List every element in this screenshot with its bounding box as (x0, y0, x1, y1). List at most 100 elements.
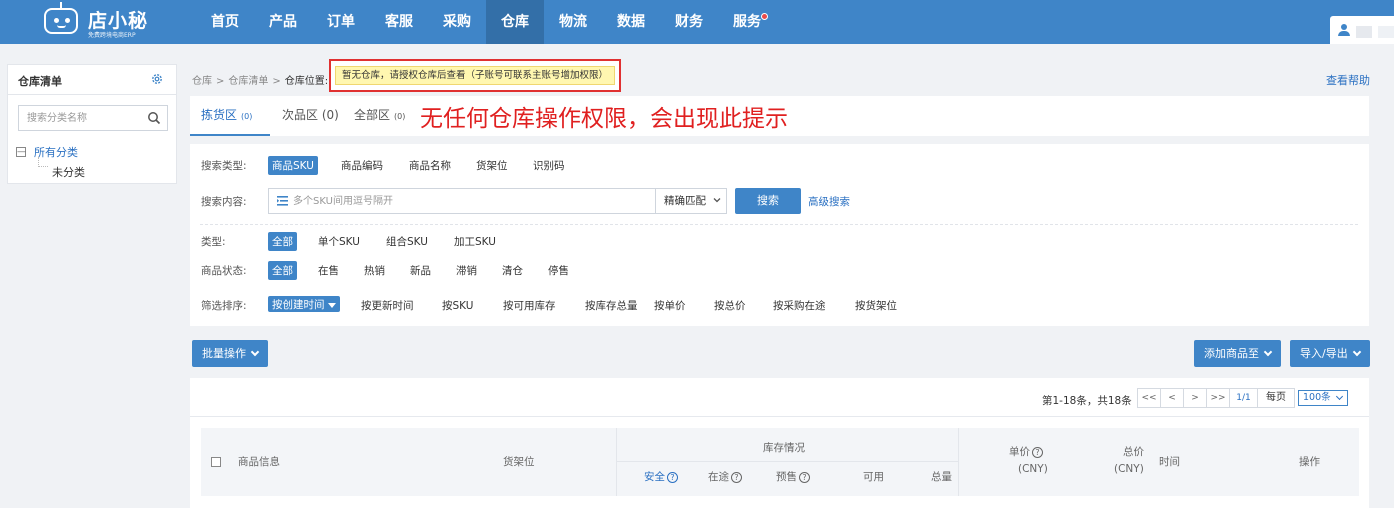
status-slow[interactable]: 滞销 (456, 263, 477, 278)
sidebar-title: 仓库清单 (18, 75, 62, 88)
gear-icon[interactable] (150, 72, 164, 86)
tree-item-uncategorized[interactable]: 未分类 (52, 164, 85, 180)
category-search-input[interactable] (19, 106, 139, 130)
col-in-transit: 在途? (708, 469, 742, 484)
next-page-button[interactable]: > (1184, 389, 1207, 407)
nav-service-label: 客服 (385, 14, 413, 30)
search-type-label: 搜索类型: (201, 160, 247, 172)
nav-order[interactable]: 订单 (312, 0, 370, 44)
help-link[interactable]: 查看帮助 (1326, 72, 1370, 88)
search-type-name[interactable]: 商品名称 (409, 158, 451, 173)
status-all[interactable]: 全部 (268, 261, 297, 280)
col-operations: 操作 (1299, 456, 1320, 468)
chevron-down-icon (1263, 347, 1273, 357)
breadcrumb-warehouse[interactable]: 仓库 (192, 76, 212, 87)
col-safe-stock: 安全? (644, 469, 678, 484)
status-clearance[interactable]: 清仓 (502, 263, 523, 278)
help-icon[interactable]: ? (1032, 447, 1043, 458)
prev-page-button[interactable]: < (1161, 389, 1184, 407)
status-stopped[interactable]: 停售 (548, 263, 569, 278)
status-hot[interactable]: 热销 (364, 263, 385, 278)
unit-price-label: 单价 (1009, 446, 1030, 458)
chevron-down-icon (1335, 392, 1344, 401)
nav-warehouse[interactable]: 仓库 (486, 0, 544, 44)
user-menu[interactable] (1330, 16, 1394, 44)
sort-shelf[interactable]: 按货架位 (855, 298, 897, 313)
match-mode-select[interactable]: 精确匹配 (655, 189, 727, 213)
per-page-label: 每页 (1266, 392, 1286, 403)
presale-label: 预售 (776, 471, 797, 483)
add-product-to-button[interactable]: 添加商品至 (1194, 340, 1281, 367)
collapse-icon[interactable]: — (16, 147, 26, 157)
tab-defect-zone[interactable]: 次品区 (0) (282, 96, 339, 136)
search-type-code[interactable]: 商品编码 (341, 158, 383, 173)
annotation-highlight-box: 暂无仓库，请授权仓库后查看（子账号可联系主账号增加权限） (329, 59, 621, 92)
user-icon (1338, 24, 1350, 36)
brand-subtitle: 免费跨境电商ERP (88, 32, 136, 39)
breadcrumb-warehouse-list[interactable]: 仓库清单 (228, 76, 268, 87)
sort-total-price[interactable]: 按总价 (714, 298, 746, 313)
help-icon[interactable]: ? (799, 472, 810, 483)
import-export-button[interactable]: 导入/导出 (1290, 340, 1370, 367)
advanced-search-link[interactable]: 高级搜索 (808, 194, 850, 209)
sort-created-label: 按创建时间 (272, 299, 325, 311)
table-divider (190, 416, 1369, 417)
sort-created-time[interactable]: 按创建时间 (268, 296, 340, 312)
status-new[interactable]: 新品 (410, 263, 431, 278)
col-separator (958, 428, 959, 496)
type-single-sku[interactable]: 单个SKU (318, 234, 360, 249)
help-icon[interactable]: ? (667, 472, 678, 483)
last-page-button[interactable]: >> (1207, 389, 1230, 407)
nav-order-label: 订单 (327, 14, 355, 30)
total-price-currency: (CNY) (1114, 463, 1144, 475)
search-type-shelf[interactable]: 货架位 (476, 158, 508, 173)
status-on-sale[interactable]: 在售 (318, 263, 339, 278)
annotation-text: 无任何仓库操作权限，会出现此提示 (420, 106, 788, 132)
sort-unit-price[interactable]: 按单价 (654, 298, 686, 313)
nav-finance[interactable]: 财务 (660, 0, 718, 44)
pager-summary: 第1-18条，共18条 (1042, 395, 1132, 407)
page-size-select[interactable]: 100条 (1298, 390, 1348, 406)
breadcrumb-location: 仓库位置: (284, 76, 329, 87)
nav-logistics[interactable]: 物流 (544, 0, 602, 44)
help-icon[interactable]: ? (731, 472, 742, 483)
current-page: 1/1 (1230, 389, 1258, 407)
sort-in-transit[interactable]: 按采购在途 (773, 298, 826, 313)
username-redacted (1356, 26, 1372, 38)
sort-available-stock[interactable]: 按可用库存 (503, 298, 556, 313)
robot-logo-icon (44, 2, 78, 34)
select-all-checkbox[interactable] (211, 457, 221, 467)
sort-sku[interactable]: 按SKU (442, 298, 473, 313)
nav-services[interactable]: 服务 (718, 0, 776, 44)
sort-updated-time[interactable]: 按更新时间 (361, 298, 414, 313)
search-type-idcode[interactable]: 识别码 (533, 158, 565, 173)
col-shelf: 货架位 (503, 456, 535, 468)
chevron-down-icon (250, 347, 260, 357)
no-warehouse-alert: 暂无仓库，请授权仓库后查看（子账号可联系主账号增加权限） (335, 66, 615, 85)
batch-operation-button[interactable]: 批量操作 (192, 340, 268, 367)
type-combo-sku[interactable]: 组合SKU (386, 234, 428, 249)
type-all[interactable]: 全部 (268, 232, 297, 251)
tab-all-zone[interactable]: 全部区 (0) (354, 96, 405, 136)
sort-total-stock[interactable]: 按库存总量 (585, 298, 638, 313)
first-page-button[interactable]: << (1138, 389, 1161, 407)
breadcrumb: 仓库 > 仓库清单 > 仓库位置: (192, 76, 329, 87)
type-processed-sku[interactable]: 加工SKU (454, 234, 496, 249)
transit-label: 在途 (708, 471, 729, 483)
sort-label: 筛选排序: (201, 300, 247, 312)
search-type-sku[interactable]: 商品SKU (268, 156, 318, 175)
search-icon[interactable] (147, 111, 161, 125)
nav-home[interactable]: 首页 (196, 0, 254, 44)
app-logo[interactable]: 店小秘 免费跨境电商ERP (44, 2, 164, 39)
nav-product[interactable]: 产品 (254, 0, 312, 44)
search-button[interactable]: 搜索 (735, 188, 801, 214)
nav-data[interactable]: 数据 (602, 0, 660, 44)
unit-price-currency: (CNY) (1018, 463, 1048, 475)
col-stock-status: 库存情况 (763, 442, 805, 454)
match-mode-value: 精确匹配 (664, 195, 706, 207)
tab-pick-zone[interactable]: 拣货区 (0) (190, 96, 270, 136)
nav-service[interactable]: 客服 (370, 0, 428, 44)
zone-tabs: 拣货区 (0) 次品区 (0) 全部区 (0) 无任何仓库操作权限，会出现此提示 (190, 96, 1369, 136)
sku-search-input[interactable] (293, 190, 653, 212)
nav-purchase[interactable]: 采购 (428, 0, 486, 44)
